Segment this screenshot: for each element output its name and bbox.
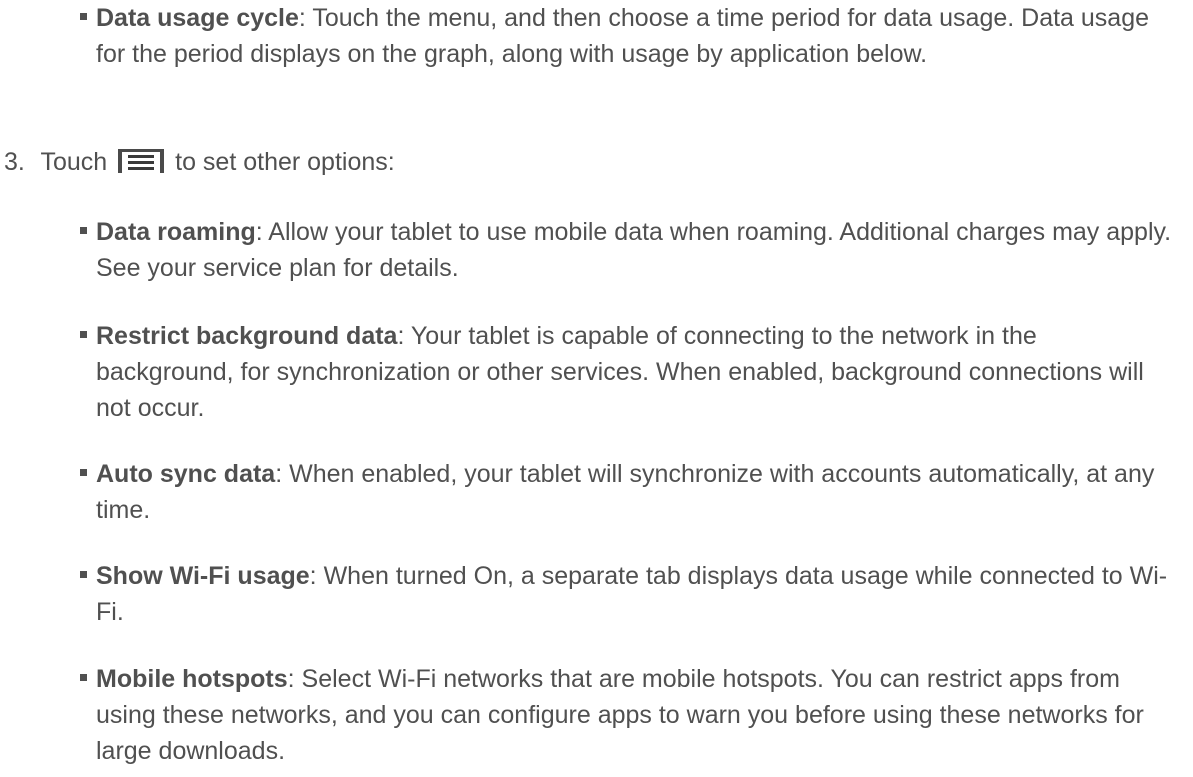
- bullet-icon: [80, 227, 87, 234]
- item-description: : Allow your tablet to use mobile data w…: [96, 218, 1172, 282]
- item-term: Data usage cycle: [96, 4, 299, 32]
- item-term: Auto sync data: [96, 460, 276, 488]
- step-3: 3. Touch to set other options:: [4, 144, 1104, 180]
- step-number: 3.: [4, 148, 25, 176]
- item-term: Show Wi-Fi usage: [96, 562, 310, 590]
- bullet-icon: [80, 331, 87, 338]
- bullet-icon: [80, 674, 87, 681]
- step-text-after: to set other options:: [175, 148, 395, 176]
- list-item-data-roaming: Data roaming: Allow your tablet to use m…: [80, 214, 1176, 286]
- item-term: Data roaming: [96, 218, 256, 246]
- step-text-before: Touch: [40, 148, 108, 176]
- bullet-icon: [80, 469, 87, 476]
- list-item-mobile-hotspots: Mobile hotspots: Select Wi-Fi networks t…: [80, 661, 1176, 769]
- list-item-data-usage-cycle: Data usage cycle: Touch the menu, and th…: [80, 0, 1176, 72]
- document-page: Data usage cycle: Touch the menu, and th…: [0, 0, 1193, 777]
- item-term: Restrict background data: [96, 322, 398, 350]
- bullet-icon: [80, 571, 87, 578]
- menu-icon: [118, 149, 165, 173]
- list-item-show-wifi-usage: Show Wi-Fi usage: When turned On, a sepa…: [80, 558, 1176, 630]
- list-item-auto-sync-data: Auto sync data: When enabled, your table…: [80, 456, 1176, 528]
- item-term: Mobile hotspots: [96, 665, 288, 693]
- list-item-restrict-background-data: Restrict background data: Your tablet is…: [80, 318, 1176, 426]
- bullet-icon: [80, 13, 87, 20]
